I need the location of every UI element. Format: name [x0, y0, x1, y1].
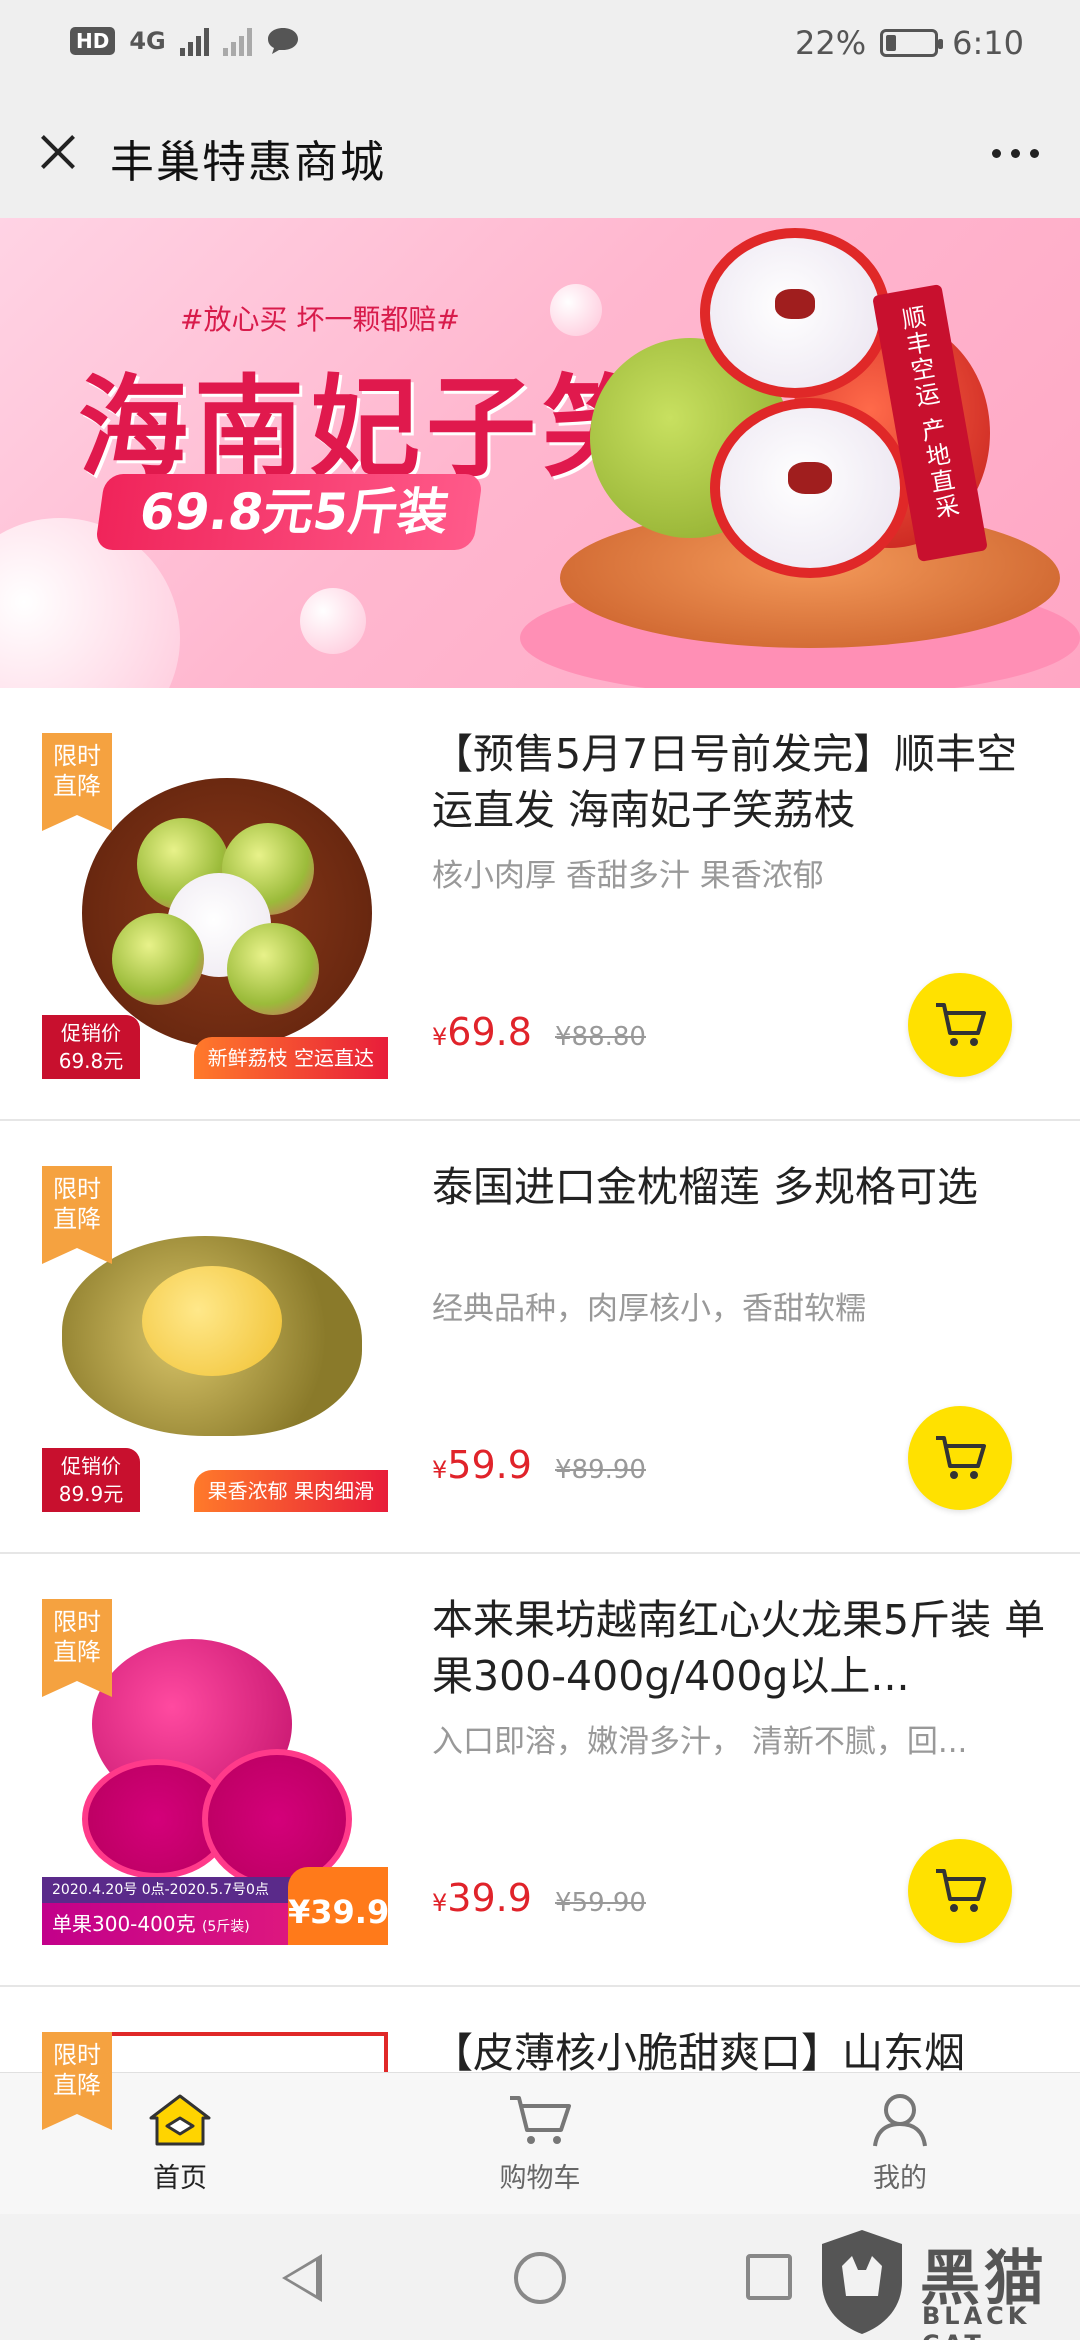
product-subtitle: 入口即溶，嫩滑多汁， 清新不腻，回...: [432, 1724, 968, 1760]
product-image-strip: 新鲜荔枝 空运直达: [193, 1037, 388, 1079]
decor-bubble: [550, 284, 602, 336]
banner-price-pill: 69.8元5斤装: [94, 474, 484, 550]
original-price: ¥59.90: [555, 1888, 646, 1918]
product-image[interactable]: 限时直降 2020.4.20号 0点-2020.5.7号0点 单果300-400…: [42, 1599, 388, 1945]
add-to-cart-button[interactable]: [908, 973, 1012, 1077]
nav-profile[interactable]: 我的: [720, 2073, 1080, 2214]
close-icon[interactable]: [28, 122, 88, 182]
page-title: 丰巢特惠商城: [110, 137, 386, 188]
product-image[interactable]: 限时直降 促销价 69.8元 新鲜荔枝 空运直达: [42, 733, 388, 1079]
black-cat-logo-icon: [822, 2230, 902, 2334]
product-subtitle: 核小肉厚 香甜多汁 果香浓郁: [432, 858, 824, 894]
more-options-icon[interactable]: [980, 128, 1050, 178]
promo-date-range: 2020.4.20号 0点-2020.5.7号0点: [42, 1877, 302, 1903]
bottom-nav: 首页 购物车 我的: [0, 2072, 1080, 2214]
lychee-image: [227, 923, 319, 1015]
product-price: ¥39.9: [432, 1876, 532, 1920]
message-icon: [267, 28, 298, 54]
hd-indicator: HD: [70, 27, 116, 55]
status-bar: HD 4G 22% 6:10: [0, 0, 1080, 88]
image-price-tag: ¥39.9: [288, 1867, 388, 1945]
title-bar: 丰巢特惠商城: [0, 88, 1080, 218]
signal-icon: [179, 26, 209, 56]
limited-time-flag: 限时直降: [42, 2032, 112, 2130]
cart-icon: [936, 1436, 986, 1479]
clock: 6:10: [952, 24, 1024, 62]
price-value: 39.9: [447, 1876, 532, 1920]
battery-icon: [880, 29, 944, 57]
limited-time-flag: 限时直降: [42, 733, 112, 831]
currency-symbol: ¥: [432, 1456, 448, 1484]
battery-percent: 22%: [795, 24, 867, 62]
strip-text: 单果300-400克: [52, 1912, 196, 1936]
price-value: 59.9: [447, 1443, 532, 1487]
durian-flesh-image: [142, 1266, 282, 1376]
cart-icon: [510, 2096, 571, 2144]
product-image-strip: 果香浓郁 果肉细滑: [193, 1470, 388, 1512]
nav-home-label: 首页: [153, 2163, 207, 2194]
home-circle-icon[interactable]: [514, 2252, 566, 2304]
original-price: ¥89.90: [555, 1455, 646, 1485]
profile-icon: [873, 2094, 927, 2147]
product-title[interactable]: 【预售5月7日号前发完】顺丰空运直发 海南妃子笑荔枝: [432, 726, 1052, 838]
promo-price: 89.9元: [58, 1482, 124, 1506]
add-to-cart-button[interactable]: [908, 1406, 1012, 1510]
lychee-image: [710, 398, 910, 578]
nav-cart-label: 购物车: [499, 2163, 581, 2194]
currency-symbol: ¥: [432, 1023, 448, 1051]
lychee-image: [700, 228, 890, 398]
strip-note: (5斤装): [201, 1919, 250, 1935]
recent-apps-icon[interactable]: [746, 2254, 792, 2300]
promo-banner[interactable]: #放心买 坏一颗都赔# 海南妃子笑 69.8元5斤装 顺丰空运 产地直采: [0, 218, 1080, 688]
product-card[interactable]: 限时直降 2020.4.20号 0点-2020.5.7号0点 单果300-400…: [0, 1554, 1080, 1987]
add-to-cart-button[interactable]: [908, 1839, 1012, 1943]
promo-price: 69.8元: [58, 1049, 124, 1073]
product-title[interactable]: 泰国进口金枕榴莲 多规格可选: [432, 1159, 1052, 1215]
price-value: 69.8: [447, 1010, 532, 1054]
product-subtitle: 经典品种，肉厚核小，香甜软糯: [432, 1291, 866, 1327]
product-title[interactable]: 本来果坊越南红心火龙果5斤装 单果300-400g/400g以上...: [432, 1592, 1052, 1704]
home-icon: [149, 2094, 211, 2146]
nav-cart[interactable]: 购物车: [360, 2073, 720, 2214]
limited-time-flag: 限时直降: [42, 1166, 112, 1264]
product-price: ¥69.8: [432, 1010, 532, 1054]
limited-time-flag: 限时直降: [42, 1599, 112, 1697]
watermark-en: BLACK CAT: [922, 2302, 1031, 2340]
battery-fill: [886, 35, 897, 51]
signal-2-icon: [222, 26, 252, 56]
promo-label: 促销价: [61, 1021, 121, 1045]
system-nav-bar: 黑猫 BLACK CAT: [0, 2214, 1080, 2340]
product-card[interactable]: 限时直降 促销价 89.9元 果香浓郁 果肉细滑 泰国进口金枕榴莲 多规格可选 …: [0, 1121, 1080, 1554]
product-price: ¥59.9: [432, 1443, 532, 1487]
promo-price-tag: 促销价 69.8元: [42, 1015, 140, 1079]
nav-profile-label: 我的: [873, 2163, 927, 2194]
promo-label: 促销价: [61, 1454, 121, 1478]
watermark: 黑猫 BLACK CAT: [808, 2222, 1076, 2340]
product-image[interactable]: 限时直降 促销价 89.9元 果香浓郁 果肉细滑: [42, 1166, 388, 1512]
original-price: ¥88.80: [555, 1022, 646, 1052]
promo-price-tag: 促销价 89.9元: [42, 1448, 140, 1512]
status-right: 22% 6:10: [795, 24, 1024, 62]
currency-symbol: ¥: [432, 1889, 448, 1917]
cart-icon: [936, 1869, 986, 1912]
network-type: 4G: [129, 27, 166, 55]
lychee-image: [112, 913, 204, 1005]
banner-tagline: #放心买 坏一颗都赔#: [180, 303, 460, 336]
product-card[interactable]: 限时直降 促销价 69.8元 新鲜荔枝 空运直达 【预售5月7日号前发完】顺丰空…: [0, 688, 1080, 1121]
decor-bubble: [300, 588, 366, 654]
status-left: HD 4G: [70, 26, 300, 56]
back-icon[interactable]: [282, 2254, 322, 2302]
cart-icon: [936, 1003, 986, 1046]
